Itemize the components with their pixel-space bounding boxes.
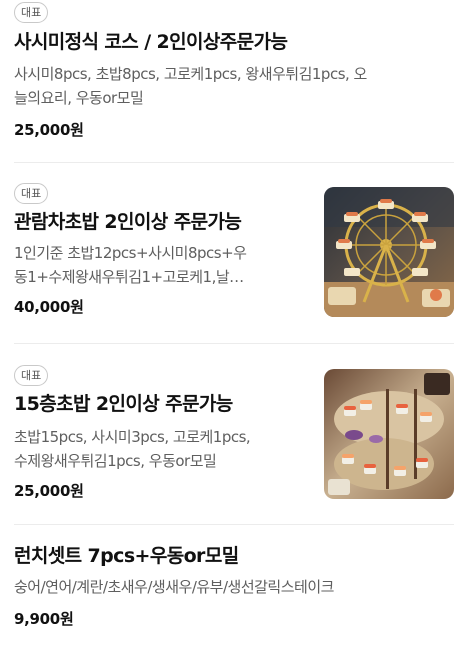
- menu-item-title: 사시미정식 코스 / 2인이상주문가능: [14, 31, 288, 53]
- menu-item-description: 초밥15pcs, 사시미3pcs, 고로케1pcs, 수제왕새우튀김1pcs, …: [14, 425, 309, 473]
- menu-item-title: 15층초밥 2인이상 주문가능: [14, 393, 233, 415]
- divider: [14, 524, 454, 525]
- menu-item-price: 9,900원: [14, 610, 74, 628]
- menu-item[interactable]: 대표 관람차초밥 2인이상 주문가능 1인기준 초밥12pcs+사시미8pcs+…: [14, 182, 454, 322]
- description-line: 초밥15pcs, 사시미3pcs, 고로케1pcs,: [14, 428, 251, 446]
- description-line: 수제왕새우튀김1pcs, 우동or모밀: [14, 452, 217, 470]
- divider: [14, 162, 454, 163]
- tiered-sushi-tower-photo[interactable]: [324, 369, 454, 499]
- description-line: 늘의요리, 우동or모밀: [14, 89, 144, 107]
- signature-badge: 대표: [14, 183, 49, 204]
- menu-item[interactable]: 대표 15층초밥 2인이상 주문가능 초밥15pcs, 사시미3pcs, 고로케…: [14, 364, 454, 504]
- signature-badge: 대표: [14, 365, 49, 386]
- menu-item[interactable]: 대표 사시미정식 코스 / 2인이상주문가능 사시미8pcs, 초밥8pcs, …: [14, 1, 454, 151]
- menu-item-description: 1인기준 초밥12pcs+사시미8pcs+우 동1+수제왕새우튀김1+고로케1,…: [14, 241, 309, 289]
- menu-item-price: 25,000원: [14, 121, 84, 139]
- description-line: 사시미8pcs, 초밥8pcs, 고로케1pcs, 왕새우튀김1pcs, 오: [14, 65, 367, 83]
- menu-item-title: 관람차초밥 2인이상 주문가능: [14, 211, 242, 233]
- menu-list: 대표 사시미정식 코스 / 2인이상주문가능 사시미8pcs, 초밥8pcs, …: [0, 0, 463, 645]
- divider: [14, 343, 454, 344]
- description-line: 1인기준 초밥12pcs+사시미8pcs+우: [14, 244, 247, 262]
- menu-item-description: 숭어/연어/계란/초새우/생새우/유부/생선갈릭스테이크: [14, 575, 454, 599]
- description-line: 동1+수제왕새우튀김1+고로케1,날…: [14, 268, 244, 286]
- signature-badge: 대표: [14, 2, 49, 23]
- ferris-wheel-sushi-photo[interactable]: [324, 187, 454, 317]
- menu-item-price: 40,000원: [14, 298, 84, 316]
- menu-item-description: 사시미8pcs, 초밥8pcs, 고로케1pcs, 왕새우튀김1pcs, 오 늘…: [14, 62, 454, 110]
- description-line: 숭어/연어/계란/초새우/생새우/유부/생선갈릭스테이크: [14, 578, 334, 596]
- menu-item[interactable]: 런치셋트 7pcs+우동or모밀 숭어/연어/계란/초새우/생새우/유부/생선갈…: [14, 540, 454, 640]
- menu-item-price: 25,000원: [14, 482, 84, 500]
- menu-item-title: 런치셋트 7pcs+우동or모밀: [14, 545, 239, 567]
